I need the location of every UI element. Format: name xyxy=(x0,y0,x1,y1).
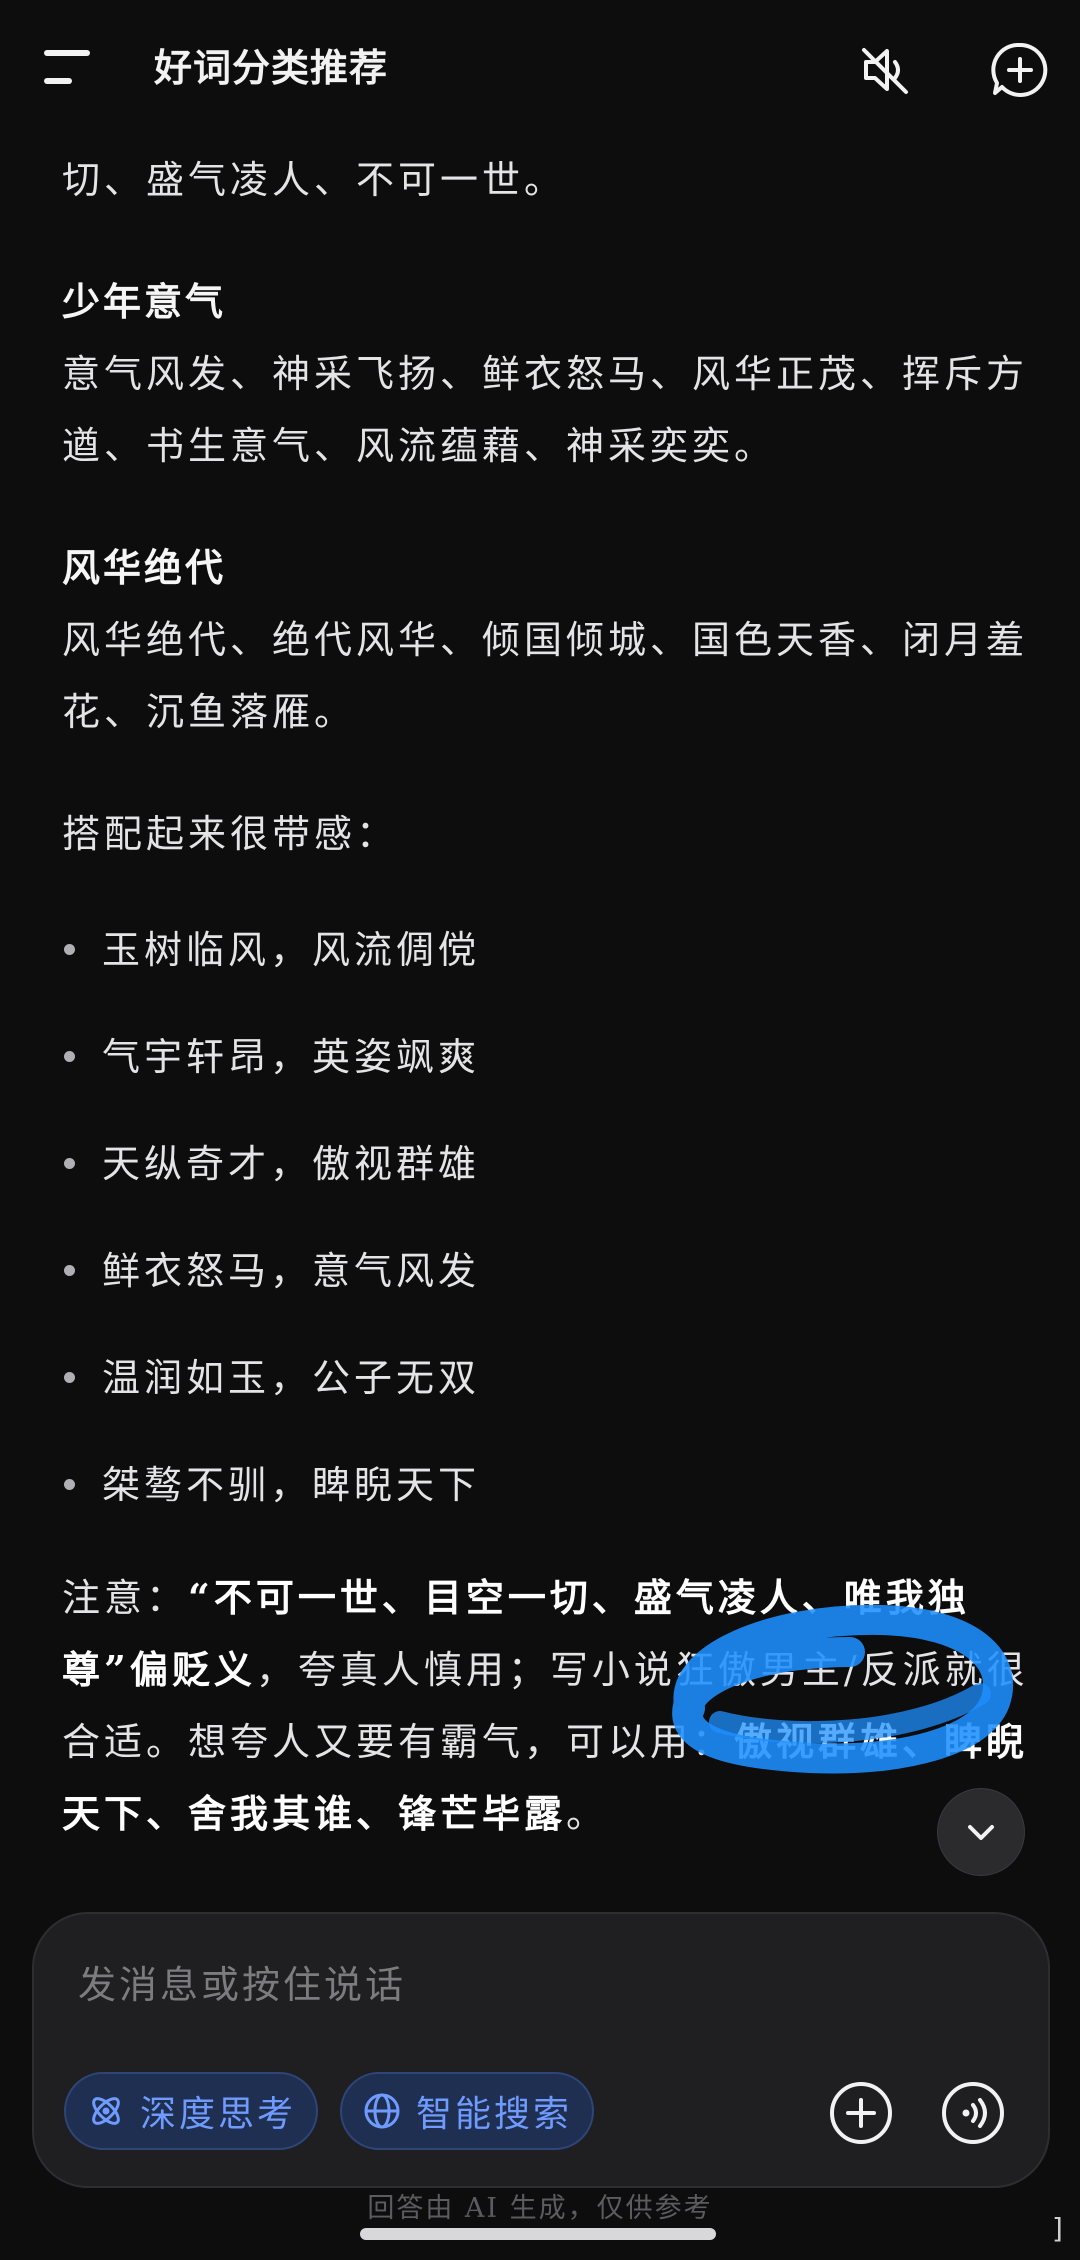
list-item: 桀骜不驯，睥睨天下 xyxy=(62,1449,1032,1556)
smart-search-label: 智能搜索 xyxy=(416,2094,573,2135)
plus-icon[interactable] xyxy=(828,2080,894,2146)
list-item: 天纵奇才，傲视群雄 xyxy=(62,1128,1032,1235)
combo-intro: 搭配起来很带感： xyxy=(62,812,399,856)
voice-icon[interactable] xyxy=(940,2080,1006,2146)
list-item: 鲜衣怒马，意气风发 xyxy=(62,1235,1032,1342)
new-chat-icon[interactable] xyxy=(990,40,1050,100)
bracket-icon: ] xyxy=(1052,2212,1063,2245)
usage-note: 注意：“不可一世、目空一切、盛气凌人、唯我独尊”偏贬义，夸真人慎用；写小说狂傲男… xyxy=(62,1562,1032,1850)
partial-line: 切、盛气凌人、不可一世。 xyxy=(62,158,567,202)
chevron-down-icon xyxy=(968,1825,994,1840)
section-heading: 风华绝代 xyxy=(62,545,227,590)
list-item: 玉树临风，风流倜傥 xyxy=(62,914,1032,1021)
home-indicator[interactable] xyxy=(360,2228,716,2240)
note-end: 。 xyxy=(566,1792,609,1836)
message-input[interactable] xyxy=(76,1954,960,2016)
scroll-down-button[interactable] xyxy=(937,1788,1025,1876)
list-item: 气宇轩昂，英姿飒爽 xyxy=(62,1021,1032,1128)
answer-content: 切、盛气凌人、不可一世。 少年意气 意气风发、神采飞扬、鲜衣怒马、风华正茂、挥斥… xyxy=(62,100,1032,1850)
deep-think-label: 深度思考 xyxy=(140,2094,297,2135)
combo-list: 玉树临风，风流倜傥 气宇轩昂，英姿飒爽 天纵奇才，傲视群雄 鲜衣怒马，意气风发 … xyxy=(62,914,1032,1556)
menu-icon[interactable] xyxy=(44,48,92,88)
mute-icon[interactable] xyxy=(858,42,914,98)
list-item: 温润如玉，公子无双 xyxy=(62,1342,1032,1449)
top-bar: 好词分类推荐 xyxy=(0,0,1080,130)
globe-icon xyxy=(364,2093,400,2129)
section-heading: 少年意气 xyxy=(62,279,227,324)
message-composer: 深度思考 智能搜索 xyxy=(32,1912,1050,2188)
ai-disclaimer: 回答由 AI 生成，仅供参考 xyxy=(367,2193,713,2224)
note-label: 注意： xyxy=(62,1576,189,1620)
atom-icon xyxy=(92,2097,120,2125)
smart-search-toggle[interactable]: 智能搜索 xyxy=(340,2072,594,2150)
section-body: 风华绝代、绝代风华、倾国倾城、国色天香、闭月羞花、沉鱼落雁。 xyxy=(62,618,1029,734)
section-body: 意气风发、神采飞扬、鲜衣怒马、风华正茂、挥斥方遒、书生意气、风流蕴藉、神采奕奕。 xyxy=(62,352,1029,468)
page-title: 好词分类推荐 xyxy=(154,46,389,90)
deep-think-toggle[interactable]: 深度思考 xyxy=(64,2072,318,2150)
